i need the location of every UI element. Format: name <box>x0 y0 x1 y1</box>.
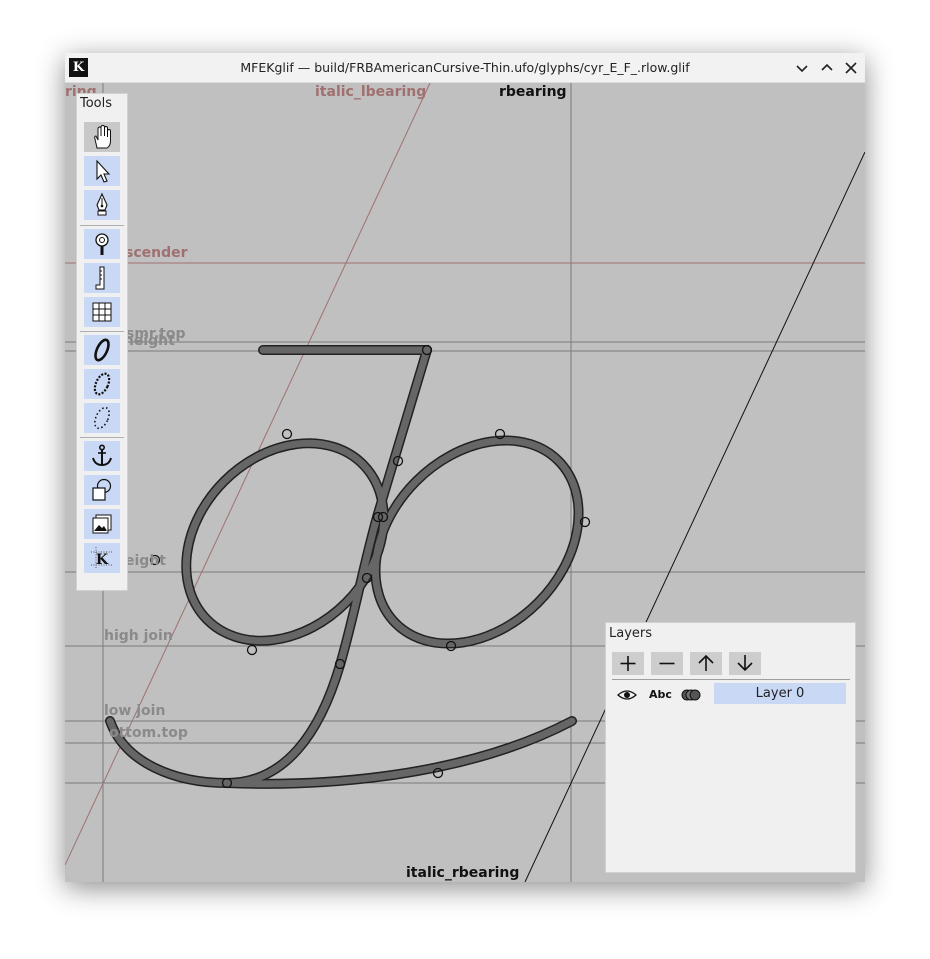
hand-tool-button[interactable] <box>84 122 120 152</box>
italic-rbearing-label: italic_rbearing <box>406 865 520 881</box>
pointer-arrow-icon <box>96 159 111 183</box>
grid-tool-button[interactable] <box>84 297 120 327</box>
italic-lbearing-label: italic_lbearing <box>315 84 427 100</box>
bottom-top-label: ottom.top <box>109 725 188 741</box>
anchor-tool-button[interactable] <box>84 441 120 471</box>
measure-ruler-icon <box>95 266 105 290</box>
guidelines-icon: K <box>91 547 113 569</box>
pattern-along-path-icon <box>93 372 111 396</box>
image-icon <box>92 514 112 534</box>
app-window: K MFEKglif — build/FRBAmericanCursive-Th… <box>65 53 865 882</box>
tool-separator <box>80 331 124 332</box>
image-tool-button[interactable] <box>84 509 120 539</box>
maximize-icon[interactable] <box>816 57 838 79</box>
layers-panel: Layers Abc Layer 0 <box>605 622 856 873</box>
layer-item[interactable]: Layer 0 <box>714 683 846 704</box>
window-title: MFEKglif — build/FRBAmericanCursive-Thin… <box>240 60 690 75</box>
low-join-label: low join <box>104 703 166 719</box>
glyph-outline[interactable] <box>105 345 619 789</box>
add-layer-button[interactable] <box>612 652 644 675</box>
combine-icon[interactable] <box>681 688 701 702</box>
pattern-along-path-tool-button[interactable] <box>84 369 120 399</box>
dash-along-path-icon <box>94 406 110 430</box>
tool-separator <box>80 225 124 226</box>
anchor-icon <box>92 444 112 467</box>
remove-layer-button[interactable] <box>651 652 683 675</box>
layers-divider <box>612 679 850 680</box>
hand-icon <box>94 124 111 149</box>
remove-icon <box>659 662 675 665</box>
measure-tool-button[interactable] <box>84 263 120 293</box>
rbearing-label: rbearing <box>499 84 567 100</box>
title-bar[interactable]: K MFEKglif — build/FRBAmericanCursive-Th… <box>65 53 865 83</box>
high-join-label: high join <box>104 628 173 644</box>
ascender-label: scender <box>125 245 188 261</box>
variable-width-stroke-icon <box>94 338 110 362</box>
move-down-icon <box>737 655 753 672</box>
dash-along-path-tool-button[interactable] <box>84 403 120 433</box>
pen-nib-icon <box>96 192 108 216</box>
tools-title: Tools <box>80 96 113 111</box>
grid-icon <box>92 302 112 322</box>
move-up-icon <box>698 654 714 671</box>
eye-icon[interactable] <box>617 688 637 702</box>
variable-width-tool-button[interactable] <box>84 335 120 365</box>
select-tool-button[interactable] <box>84 156 120 186</box>
svg-text:K: K <box>96 552 109 568</box>
close-icon[interactable] <box>840 57 862 79</box>
height-label: eight <box>125 553 166 569</box>
guidelines-tool-button[interactable]: K <box>84 543 120 573</box>
minimize-icon[interactable] <box>791 57 813 79</box>
move-layer-down-button[interactable] <box>729 652 761 675</box>
add-icon <box>620 656 636 671</box>
layer-preview-toggle[interactable]: Abc <box>649 688 672 701</box>
zoom-icon <box>95 233 109 255</box>
tools-panel: Tools K <box>76 93 128 591</box>
move-layer-up-button[interactable] <box>690 652 722 675</box>
tool-separator <box>80 437 124 438</box>
shapes-tool-button[interactable] <box>84 475 120 505</box>
vertical-guidelines <box>102 83 572 882</box>
zoom-tool-button[interactable] <box>84 229 120 259</box>
layers-title: Layers <box>609 626 653 641</box>
shapes-icon <box>92 478 112 501</box>
pen-tool-button[interactable] <box>84 190 120 220</box>
